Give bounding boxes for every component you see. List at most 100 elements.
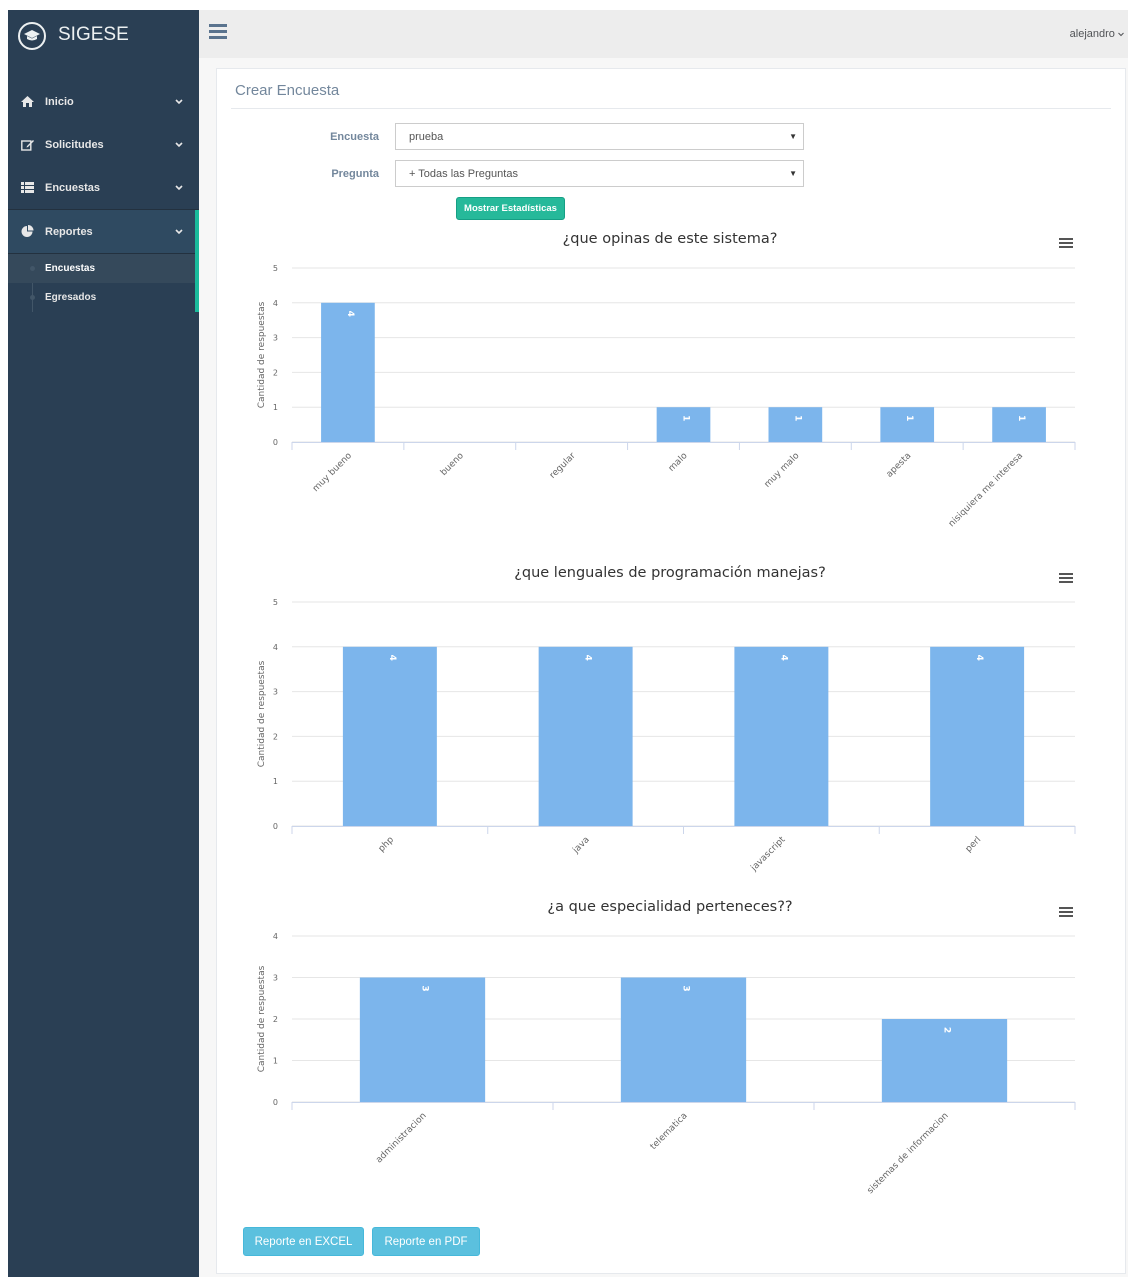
sidebar-item-label: Solicitudes [45, 138, 104, 151]
y-tick-label: 5 [273, 598, 278, 607]
panel-title: Crear Encuesta [235, 82, 340, 99]
x-category-label: sistemas de informacion [866, 1111, 951, 1196]
sidebar-item-label: Encuestas [45, 181, 101, 194]
sidebar-subitem-egresados[interactable]: Egresados [8, 283, 199, 312]
x-category-label: administracion [374, 1111, 428, 1165]
y-tick-label: 1 [273, 403, 278, 412]
brand-title: SIGESE [58, 24, 129, 45]
data-label: 4 [345, 311, 355, 317]
sidebar-menu: Inicio Solicitudes Encuestas Reportes En… [8, 80, 199, 312]
y-tick-label: 2 [273, 368, 278, 377]
x-category-label: java [571, 835, 592, 856]
bullet-icon [30, 266, 35, 271]
y-tick-label: 1 [273, 777, 278, 786]
panel-divider [231, 108, 1111, 109]
chevron-down-icon [175, 139, 183, 151]
list-icon [20, 181, 34, 195]
excel-report-button[interactable]: Reporte en EXCEL [243, 1227, 364, 1256]
data-label: 4 [778, 655, 788, 661]
bar[interactable] [321, 302, 375, 442]
x-category-label: perl [964, 835, 983, 854]
bar[interactable] [880, 407, 935, 442]
bullet-icon [30, 295, 35, 300]
data-label: 1 [1016, 415, 1026, 421]
bar[interactable] [620, 977, 747, 1103]
sidebar-item-reportes[interactable]: Reportes [8, 209, 199, 254]
top-strip [0, 0, 1128, 10]
sidebar-item-inicio[interactable]: Inicio [8, 80, 199, 123]
brand[interactable]: SIGESE [8, 10, 199, 62]
bar[interactable] [538, 646, 633, 826]
chart-especialidad: ¿a que especialidad perteneces?? 0 1 2 3 4 Ca… [230, 897, 1110, 1227]
data-label: 1 [904, 415, 914, 421]
chevron-down-icon [1118, 32, 1124, 37]
pregunta-select-value: + Todas las Preguntas [409, 168, 518, 180]
pie-chart-icon [20, 225, 34, 239]
sidebar-subitem-encuestas[interactable]: Encuestas [8, 254, 199, 283]
chart-opinion: ¿que opinas de este sistema? 0 1 2 3 4 5 Canti… [230, 228, 1110, 548]
encuesta-label: Encuesta [330, 131, 379, 143]
bar[interactable] [734, 646, 829, 826]
sidebar-item-encuestas[interactable]: Encuestas [8, 166, 199, 209]
sidebar-subitem-label: Encuestas [45, 263, 96, 274]
menu-toggle-icon[interactable] [209, 24, 227, 40]
mostrar-estadisticas-button[interactable]: Mostrar Estadísticas [456, 197, 565, 220]
y-axis-label: Cantidad de respuestas [257, 660, 267, 767]
x-category-label: muy malo [763, 451, 802, 490]
chevron-down-icon [175, 96, 183, 108]
y-tick-label: 0 [273, 822, 278, 831]
x-category-label: apesta [885, 451, 914, 480]
encuesta-select-value: prueba [409, 131, 444, 143]
data-label: 4 [583, 655, 593, 661]
y-tick-label: 0 [273, 438, 278, 447]
data-label: 1 [681, 415, 691, 421]
user-menu[interactable]: alejandro [1070, 28, 1124, 40]
bar[interactable] [342, 646, 437, 826]
chart-lenguajes: ¿que lenguales de programación manejas? … [230, 563, 1110, 883]
y-tick-label: 5 [273, 264, 278, 273]
y-tick-label: 2 [273, 732, 278, 741]
top-navbar: alejandro [199, 10, 1128, 59]
data-label: 1 [792, 415, 802, 421]
bar[interactable] [930, 646, 1025, 826]
x-category-label: nisiquiera me interesa [947, 451, 1025, 529]
bar[interactable] [768, 407, 823, 442]
data-label: 2 [942, 1027, 952, 1033]
caret-down-icon: ▼ [789, 169, 797, 178]
y-tick-label: 3 [273, 974, 278, 983]
pregunta-select[interactable]: + Todas las Preguntas ▼ [395, 160, 804, 187]
graduation-cap-icon [18, 22, 46, 50]
bar[interactable] [992, 407, 1046, 442]
x-category-label: php [377, 835, 396, 854]
reportes-submenu: Encuestas Egresados [8, 254, 199, 312]
bar[interactable] [656, 407, 711, 442]
pdf-report-button[interactable]: Reporte en PDF [372, 1227, 480, 1256]
y-tick-label: 1 [273, 1057, 278, 1066]
x-category-label: muy bueno [311, 451, 354, 494]
sidebar-item-label: Reportes [45, 225, 93, 238]
sidebar-subitem-label: Egresados [45, 292, 97, 303]
data-label: 3 [681, 985, 691, 991]
chart-svg: 0 1 2 3 4 Cantidad de respuestas 3 administraci… [257, 932, 1076, 1196]
chart-svg: 0 1 2 3 4 5 Cantidad de respuestas 4 muy bueno bu… [257, 264, 1076, 529]
y-tick-label: 4 [273, 643, 278, 652]
caret-down-icon: ▼ [789, 132, 797, 141]
data-label: 4 [387, 655, 397, 661]
y-tick-label: 4 [273, 932, 278, 941]
x-category-label: malo [667, 451, 690, 474]
sidebar: SIGESE Inicio Solicitudes Encuestas Repo… [8, 10, 199, 1277]
y-tick-label: 4 [273, 299, 278, 308]
sidebar-item-solicitudes[interactable]: Solicitudes [8, 123, 199, 166]
bar[interactable] [359, 977, 486, 1103]
y-tick-label: 2 [273, 1015, 278, 1024]
chevron-down-icon [175, 226, 183, 238]
data-label: 3 [420, 985, 430, 991]
y-axis-label: Cantidad de respuestas [257, 301, 267, 408]
y-tick-label: 3 [273, 334, 278, 343]
sidebar-item-label: Inicio [45, 95, 74, 108]
x-category-label: regular [548, 451, 578, 481]
y-tick-label: 3 [273, 688, 278, 697]
encuesta-select[interactable]: prueba ▼ [395, 123, 804, 150]
data-label: 4 [974, 655, 984, 661]
user-name: alejandro [1069, 28, 1115, 40]
